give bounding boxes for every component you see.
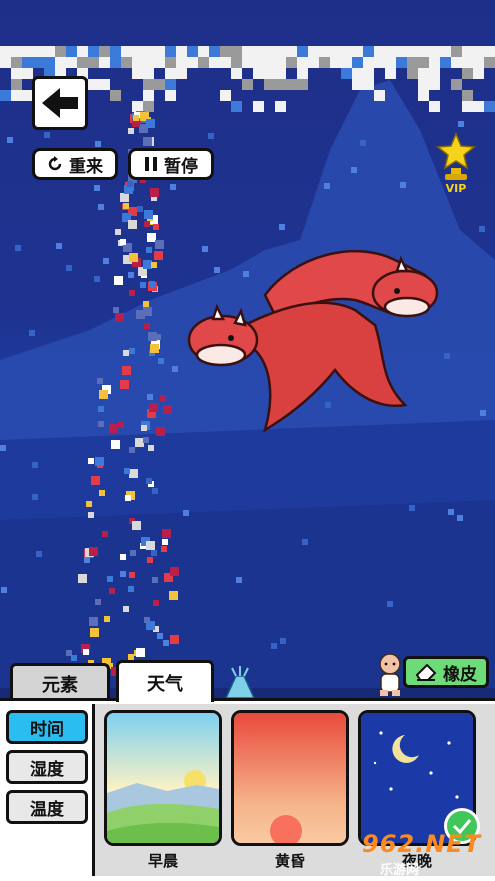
restart-button[interactable]: 重来 — [32, 148, 118, 180]
side-tab-humidity-label: 湿度 — [30, 759, 64, 780]
dusk-image — [231, 710, 349, 846]
arrow-left-icon — [42, 88, 78, 118]
side-tab-time-label: 时间 — [30, 719, 64, 740]
baby-character[interactable] — [374, 652, 406, 698]
volcano-icon — [225, 666, 255, 698]
card-morning-label: 早晨 — [147, 852, 178, 870]
side-tab-humidity[interactable]: 湿度 — [6, 750, 88, 784]
vip-badge[interactable]: VIP — [432, 132, 480, 198]
eraser-button[interactable]: 橡皮 — [403, 656, 489, 688]
watermark-sub: 乐游网 — [380, 863, 420, 878]
tab-weather[interactable]: 天气 — [116, 660, 214, 702]
card-morning[interactable]: 早晨 — [104, 710, 222, 880]
card-dusk[interactable]: 黄昏 — [231, 710, 349, 880]
pause-label: 暂停 — [164, 156, 198, 177]
vip-label: VIP — [445, 182, 467, 195]
side-tab-temperature[interactable]: 温度 — [6, 790, 88, 824]
watermark-text: 962.NET — [362, 830, 482, 858]
pause-button[interactable]: 暂停 — [128, 148, 214, 180]
side-tab-time[interactable]: 时间 — [6, 710, 88, 744]
trophy-star-icon — [436, 132, 476, 180]
side-tab-temperature-label: 温度 — [30, 799, 64, 820]
tab-weather-label: 天气 — [147, 673, 183, 695]
tab-elements-label: 元素 — [42, 674, 78, 696]
restart-icon — [48, 156, 62, 171]
card-dusk-label: 黄昏 — [274, 852, 305, 870]
site-watermark: 962.NET 乐游网 — [362, 830, 495, 878]
restart-label: 重来 — [69, 156, 103, 177]
eraser-icon — [415, 663, 437, 681]
red-dragon-sprite — [187, 249, 439, 433]
back-button[interactable] — [32, 76, 88, 130]
eraser-label: 橡皮 — [443, 664, 477, 685]
pause-icon — [145, 157, 157, 171]
tab-elements[interactable]: 元素 — [10, 663, 110, 701]
morning-image — [104, 710, 222, 846]
